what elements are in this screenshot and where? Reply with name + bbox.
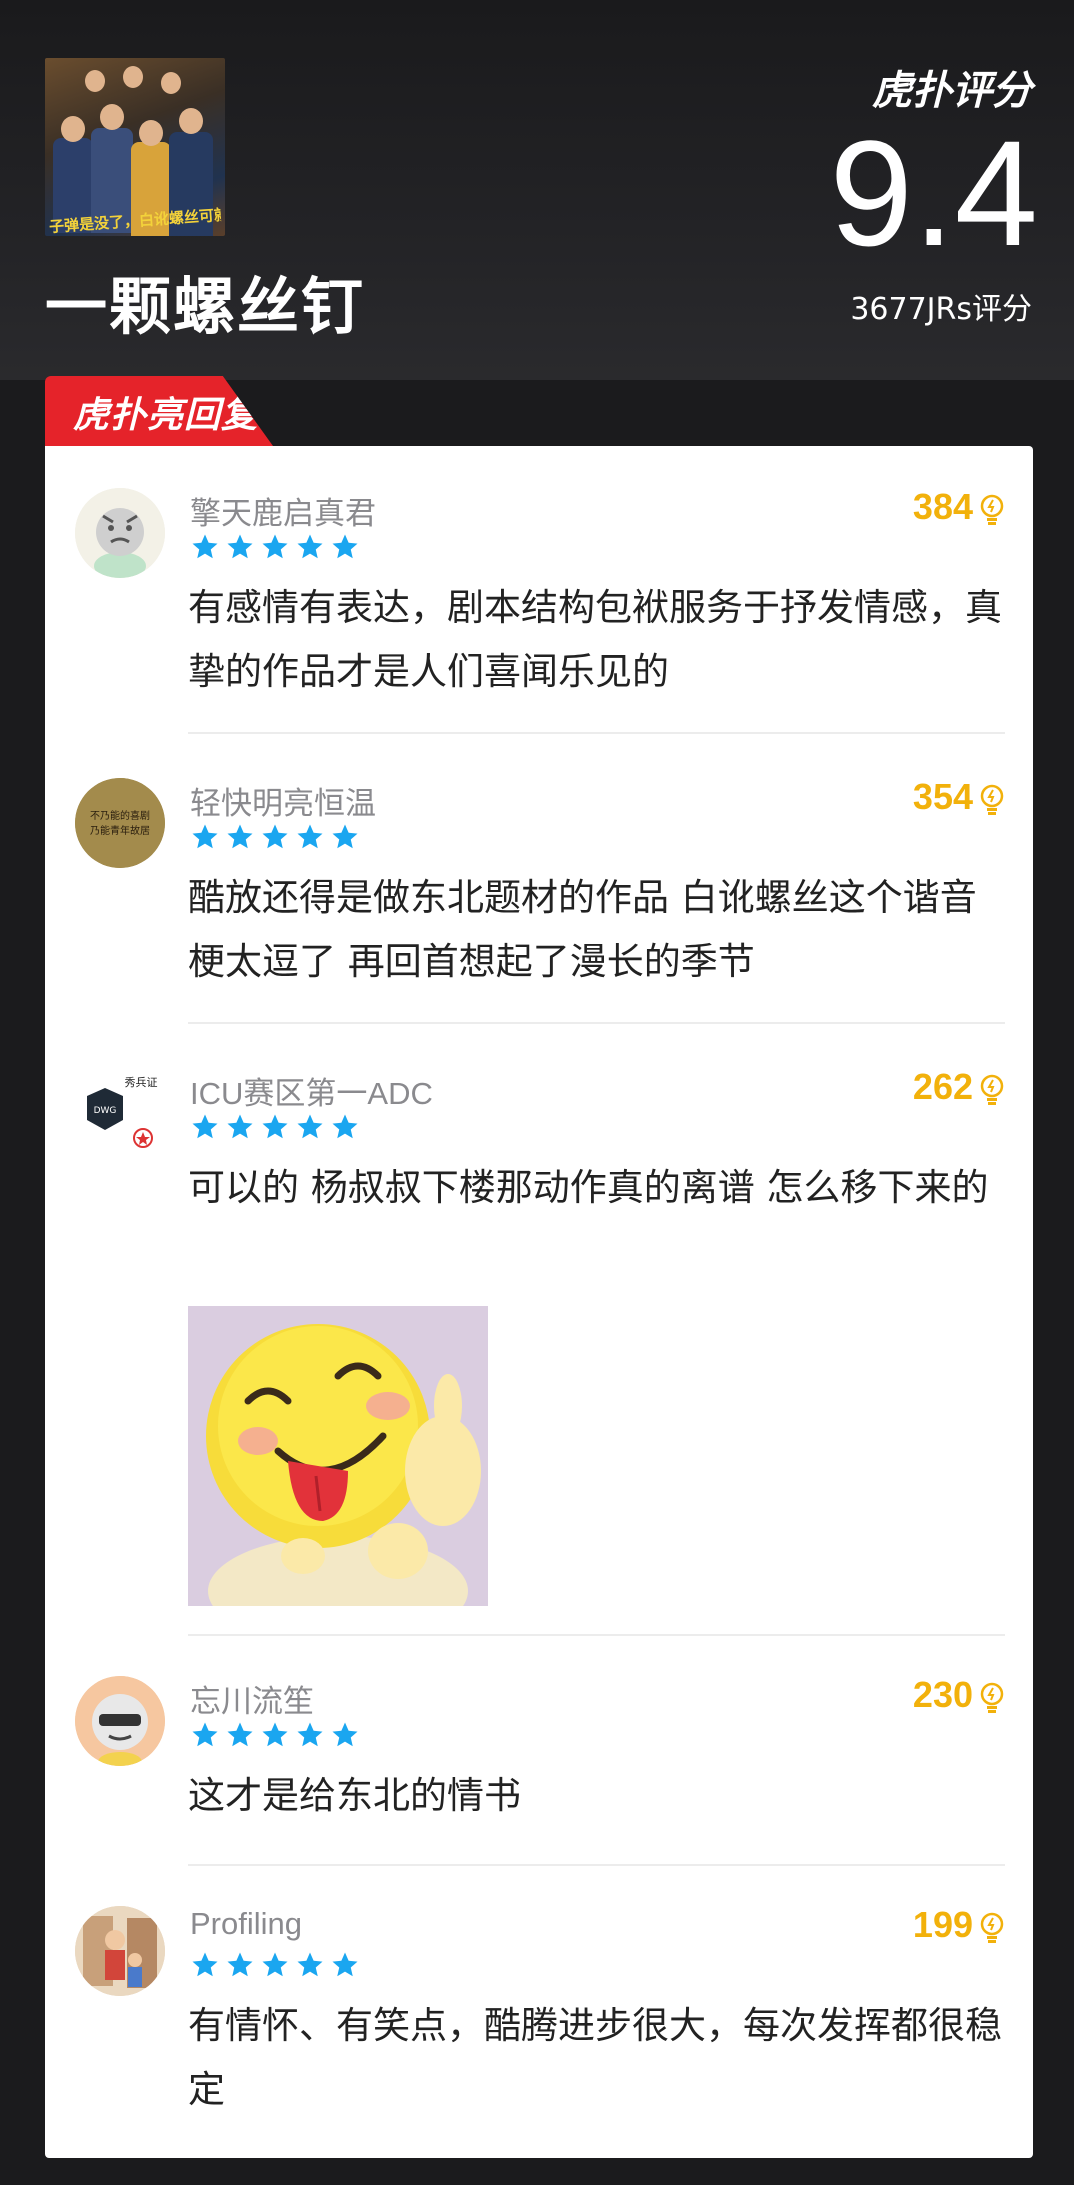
star-icon bbox=[227, 824, 253, 849]
show-header: 子弹是没了，白讹螺丝可就真转了 一颗螺丝钉 虎扑评分 9.4 3677JRs评分 bbox=[0, 0, 1074, 380]
like-count: 262 bbox=[912, 1066, 973, 1107]
star-icon bbox=[227, 1722, 253, 1747]
username[interactable]: 忘川流笙 bbox=[190, 1676, 314, 1721]
comment-text: 有情怀、有笑点，酷腾进步很大，每次发挥都很稳定 bbox=[188, 2004, 1002, 2111]
show-poster[interactable]: 子弹是没了，白讹螺丝可就真转了 bbox=[45, 58, 225, 236]
like-count: 354 bbox=[912, 776, 973, 817]
star-icon bbox=[262, 1952, 288, 1977]
lightbulb-icon[interactable] bbox=[979, 1074, 1005, 1106]
username[interactable]: 擎天鹿启真君 bbox=[190, 488, 376, 533]
star-icon bbox=[227, 1952, 253, 1977]
star-icon bbox=[332, 1722, 358, 1747]
svg-text:乃能青年故居: 乃能青年故居 bbox=[90, 824, 150, 837]
brand-logo: 虎扑评分 bbox=[872, 68, 1032, 114]
star-icon bbox=[332, 534, 358, 559]
star-icon bbox=[297, 1722, 323, 1747]
star-icon bbox=[262, 1722, 288, 1747]
comment-item: 忘川流笙 230 这才是给东北的情书 bbox=[45, 1638, 1033, 1868]
star-rating bbox=[190, 532, 365, 562]
comment-item: DWG 秀兵证 ICU赛区第一ADC 262 可以的 杨叔叔下楼那动作真的离谱 … bbox=[45, 1026, 1033, 1638]
star-icon bbox=[262, 824, 288, 849]
star-icon bbox=[297, 1114, 323, 1139]
star-icon bbox=[297, 1952, 323, 1977]
star-icon bbox=[227, 1114, 253, 1139]
star-icon bbox=[332, 824, 358, 849]
svg-text:DWG: DWG bbox=[94, 1106, 117, 1116]
comments-card: 擎天鹿启真君 384 有感情有表达，剧本结构包袱服务于抒发情感，真挚的作品才是人… bbox=[45, 446, 1033, 2158]
user-avatar[interactable] bbox=[75, 488, 165, 578]
user-avatar[interactable] bbox=[75, 1906, 165, 1996]
lightbulb-icon[interactable] bbox=[979, 1682, 1005, 1714]
star-rating bbox=[190, 1720, 365, 1750]
divider bbox=[188, 1022, 1005, 1024]
svg-text:不乃能的喜剧: 不乃能的喜剧 bbox=[90, 809, 150, 822]
star-icon bbox=[227, 534, 253, 559]
svg-text:秀兵证: 秀兵证 bbox=[125, 1076, 158, 1089]
comment-item: Profiling 199 有情怀、有笑点，酷腾进步很大，每次发挥都很稳定 bbox=[45, 1868, 1033, 2158]
star-icon bbox=[262, 534, 288, 559]
emoji-sticker-image[interactable] bbox=[188, 1306, 488, 1606]
star-rating bbox=[190, 822, 365, 852]
username[interactable]: 轻快明亮恒温 bbox=[190, 778, 376, 823]
divider bbox=[188, 732, 1005, 734]
comment-text: 这才是给东北的情书 bbox=[188, 1774, 521, 1817]
comment-text: 有感情有表达，剧本结构包袱服务于抒发情感，真挚的作品才是人们喜闻乐见的 bbox=[188, 586, 1002, 693]
star-icon bbox=[192, 824, 218, 849]
divider bbox=[188, 1864, 1005, 1866]
show-title: 一颗螺丝钉 bbox=[45, 270, 366, 343]
lightbulb-icon[interactable] bbox=[979, 494, 1005, 526]
user-avatar[interactable] bbox=[75, 1676, 165, 1766]
star-icon bbox=[192, 1722, 218, 1747]
star-icon bbox=[332, 1952, 358, 1977]
star-icon bbox=[192, 534, 218, 559]
star-icon bbox=[297, 824, 323, 849]
star-icon bbox=[192, 1952, 218, 1977]
star-rating bbox=[190, 1112, 365, 1142]
star-icon bbox=[262, 1114, 288, 1139]
rating-count: 3677JRs评分 bbox=[850, 292, 1032, 327]
like-count: 199 bbox=[912, 1904, 973, 1945]
lightbulb-icon[interactable] bbox=[979, 1912, 1005, 1944]
star-rating bbox=[190, 1950, 365, 1980]
star-icon bbox=[192, 1114, 218, 1139]
username[interactable]: Profiling bbox=[190, 1906, 302, 1942]
user-avatar[interactable]: DWG 秀兵证 bbox=[75, 1068, 165, 1158]
section-tag: 虎扑亮回复 bbox=[45, 376, 273, 446]
star-icon bbox=[297, 534, 323, 559]
like-count: 230 bbox=[912, 1674, 973, 1715]
comment-item: 不乃能的喜剧 乃能青年故居 轻快明亮恒温 354 酷放还得是做东北题材的作品 白… bbox=[45, 736, 1033, 1026]
comment-item: 擎天鹿启真君 384 有感情有表达，剧本结构包袱服务于抒发情感，真挚的作品才是人… bbox=[45, 446, 1033, 736]
user-avatar[interactable]: 不乃能的喜剧 乃能青年故居 bbox=[75, 778, 165, 868]
comment-text: 可以的 杨叔叔下楼那动作真的离谱 怎么移下来的 bbox=[188, 1166, 989, 1209]
section-tag-label: 虎扑亮回复 bbox=[73, 395, 259, 436]
lightbulb-icon[interactable] bbox=[979, 784, 1005, 816]
divider bbox=[188, 1634, 1005, 1636]
comment-text: 酷放还得是做东北题材的作品 白讹螺丝这个谐音梗太逗了 再回首想起了漫长的季节 bbox=[188, 876, 977, 983]
username[interactable]: ICU赛区第一ADC bbox=[190, 1068, 433, 1113]
like-count: 384 bbox=[912, 486, 973, 527]
overall-score: 9.4 bbox=[829, 109, 1038, 277]
star-icon bbox=[332, 1114, 358, 1139]
